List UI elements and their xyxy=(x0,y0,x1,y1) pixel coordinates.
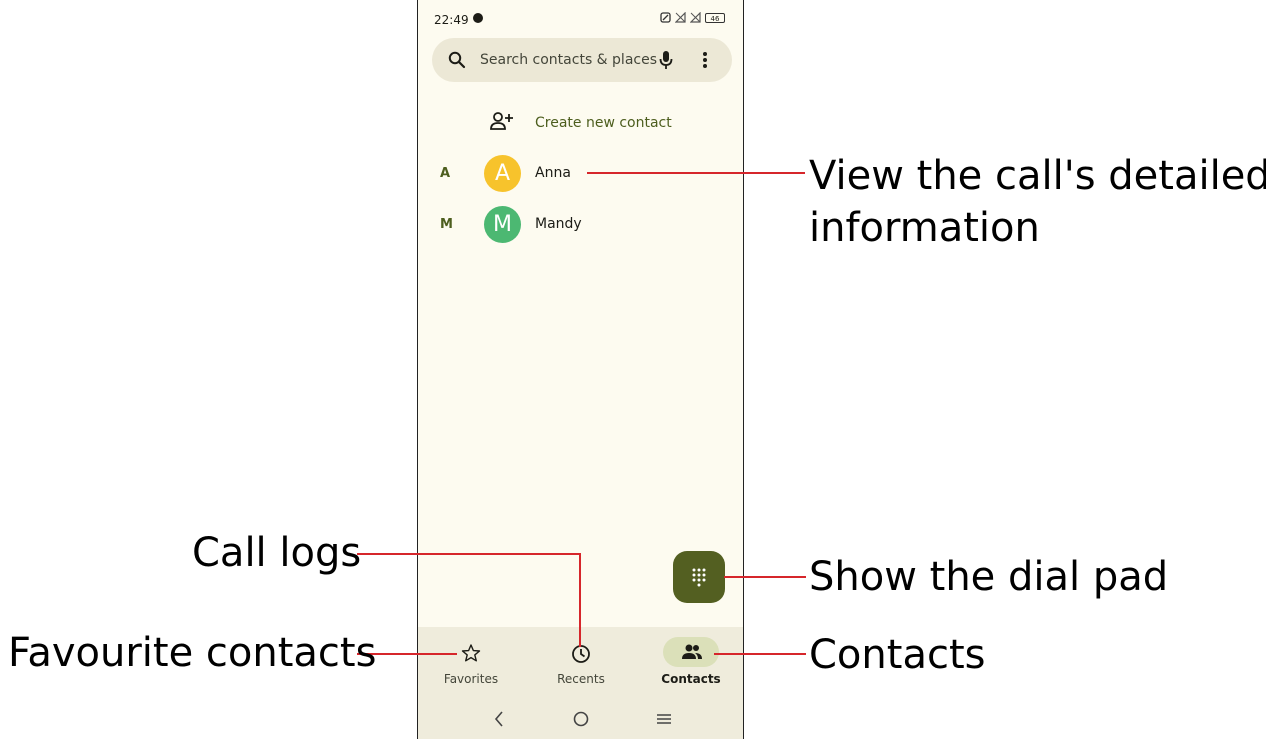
section-letter: A xyxy=(440,166,451,181)
battery-icon: 46 xyxy=(705,12,725,23)
annotation-dial-pad: Show the dial pad xyxy=(809,554,1169,600)
section-letter: M xyxy=(440,217,453,232)
annotation-view-details: View the call's detailed information xyxy=(809,150,1266,254)
avatar[interactable]: M xyxy=(484,206,521,243)
search-icon[interactable] xyxy=(448,51,466,73)
back-icon[interactable] xyxy=(494,711,504,731)
search-bar[interactable]: Search contacts & places xyxy=(432,38,732,82)
tab-recents[interactable]: Recents xyxy=(541,637,621,697)
tab-label[interactable]: Recents xyxy=(541,672,621,686)
create-contact-label[interactable]: Create new contact xyxy=(535,115,672,131)
annotation-call-logs: Call logs xyxy=(192,530,362,576)
nfc-icon xyxy=(660,12,671,23)
clock-icon[interactable] xyxy=(571,644,591,664)
search-placeholder[interactable]: Search contacts & places xyxy=(480,52,657,68)
signal-icon-2 xyxy=(689,11,701,23)
annotation-contacts: Contacts xyxy=(809,632,986,678)
microphone-icon[interactable] xyxy=(659,50,673,74)
more-options-icon[interactable] xyxy=(702,50,708,74)
annotation-line-details xyxy=(587,172,805,174)
recent-apps-icon[interactable] xyxy=(656,711,672,730)
dial-pad-button[interactable] xyxy=(673,551,725,603)
recents-pill[interactable] xyxy=(553,637,609,667)
status-time: 22:49 xyxy=(434,13,469,27)
tab-label[interactable]: Favorites xyxy=(431,672,511,686)
annotation-favourite-contacts: Favourite contacts xyxy=(8,630,377,676)
favorites-pill[interactable] xyxy=(443,637,499,667)
annotation-view-details-line1: View the call's detailed xyxy=(809,153,1266,199)
tab-label[interactable]: Contacts xyxy=(651,672,731,686)
people-icon[interactable] xyxy=(681,644,703,660)
annotation-line-call-logs-h xyxy=(357,553,580,555)
contact-row-anna[interactable]: A A Anna xyxy=(418,154,743,194)
system-navigation-bar xyxy=(418,707,743,737)
annotation-view-details-line2: information xyxy=(809,205,1040,251)
signal-icon xyxy=(674,11,686,23)
annotation-line-call-logs-v xyxy=(579,553,581,647)
annotation-line-contacts xyxy=(714,653,806,655)
tab-favorites[interactable]: Favorites xyxy=(431,637,511,697)
contact-name[interactable]: Anna xyxy=(535,165,571,181)
star-icon[interactable] xyxy=(461,644,481,662)
tab-contacts[interactable]: Contacts xyxy=(651,637,731,697)
annotation-line-dial-pad xyxy=(724,576,806,578)
contact-row-mandy[interactable]: M M Mandy xyxy=(418,205,743,245)
status-bar: 22:49 46 xyxy=(418,0,743,36)
contacts-pill[interactable] xyxy=(663,637,719,667)
notification-icon xyxy=(473,13,483,23)
dialpad-icon[interactable] xyxy=(691,567,707,587)
add-person-icon[interactable] xyxy=(490,110,514,136)
status-icons: 46 xyxy=(660,11,725,23)
avatar[interactable]: A xyxy=(484,155,521,192)
contact-name[interactable]: Mandy xyxy=(535,216,582,232)
home-icon[interactable] xyxy=(573,711,589,731)
create-contact-row[interactable]: Create new contact xyxy=(418,108,743,140)
